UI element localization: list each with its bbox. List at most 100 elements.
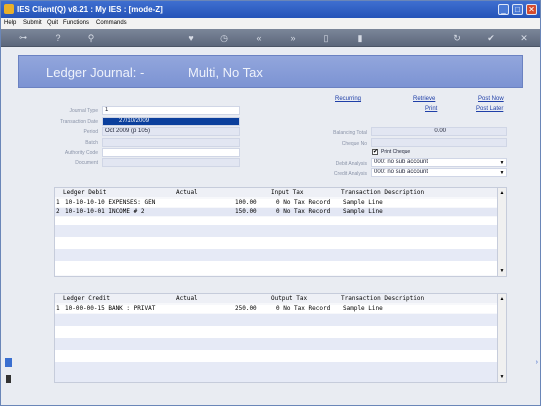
empty-row[interactable] [55,237,498,249]
menu-quit[interactable]: Quit [47,20,58,26]
help-icon[interactable]: ? [51,32,65,44]
row-number: 2 [56,208,60,215]
retrieve-link[interactable]: Retrieve [413,96,435,102]
print-link[interactable]: Print [425,106,437,112]
heart-icon[interactable]: ♥ [184,32,198,44]
close-window-button[interactable]: ✕ [526,4,537,15]
scroll-up-icon[interactable]: ▲ [499,296,505,302]
cheque-no-label: Cheque No [341,141,367,147]
row-tax: 0 No Tax Record [276,199,331,206]
journal-type-label: Journal Type [69,108,98,114]
print-cheque-label: Print Cheque [381,149,411,155]
screen-title: Ledger Journal: - [46,65,145,80]
table-row[interactable]: 2 10-10-10-01 INCOME # 2 150.00 0 No Tax… [55,208,498,216]
row-number: 1 [56,199,60,206]
empty-row[interactable] [55,338,498,350]
fast-forward-icon[interactable]: » [286,32,300,44]
post-later-link[interactable]: Post Later [476,106,503,112]
scroll-down-icon[interactable]: ▼ [499,268,505,274]
empty-row[interactable] [55,326,498,338]
empty-row[interactable] [55,362,498,382]
credit-analysis-label: Credit Analysis [333,171,367,177]
menu-commands[interactable]: Commands [96,20,127,26]
batch-field[interactable] [102,138,240,147]
cheque-no-field[interactable] [371,138,507,147]
scroll-up-icon[interactable]: ▲ [499,190,505,196]
empty-row[interactable] [55,217,498,225]
credit-scrollbar[interactable]: ▲ ▼ [497,294,506,382]
debit-analysis-value: 000: no sub account [374,159,429,165]
col-transaction-description: Transaction Description [341,189,425,196]
empty-row[interactable] [55,249,498,261]
refresh-icon[interactable]: ↻ [450,32,464,44]
balancing-total-field: 0.00 [371,127,507,136]
debit-scrollbar[interactable]: ▲ ▼ [497,188,506,276]
search-icon[interactable]: ⚲ [84,32,98,44]
panel-expand-icon[interactable]: › [536,359,538,366]
authority-code-label: Authority Code [64,150,98,156]
col-ledger-credit: Ledger Credit [63,295,110,302]
row-actual: 250.00 [235,305,257,312]
clock-icon[interactable]: ◷ [217,32,231,44]
row-number: 1 [56,305,60,312]
period-field[interactable]: Oct 2009 (p 105) [102,127,240,136]
title-bar: IES Client(Q) v8.21 : My IES : [mode-Z] … [1,1,540,18]
col-ledger-debit: Ledger Debit [63,189,107,196]
empty-row[interactable] [55,261,498,275]
empty-row[interactable] [55,350,498,362]
chevron-down-icon: ▼ [499,170,505,176]
document-icon[interactable]: ▯ [319,32,333,44]
col-output-tax: Output Tax [271,295,308,302]
recurring-link[interactable]: Recurring [335,96,361,102]
journal-type-field[interactable]: 1 [102,106,240,115]
menu-submit[interactable]: Submit [23,20,42,26]
app-window: IES Client(Q) v8.21 : My IES : [mode-Z] … [0,0,541,406]
balancing-total-label: Balancing Total [333,130,367,136]
screen-subtitle: Multi, No Tax [188,65,263,80]
empty-row[interactable] [55,225,498,237]
app-icon [4,4,14,14]
post-now-link[interactable]: Post Now [478,96,504,102]
period-label: Period [83,129,98,135]
col-input-tax: Input Tax [271,189,304,196]
menu-functions[interactable]: Functions [63,20,89,26]
document-label: Document [75,160,98,166]
row-ledger: 10-00-00-15 BANK : PRIVAT [65,305,156,312]
row-description: Sample Line [343,305,383,312]
chevron-down-icon: ▼ [499,160,505,166]
credit-grid: Ledger Credit Actual Output Tax Transact… [54,293,507,383]
row-actual: 100.00 [235,199,257,206]
row-ledger: 10-10-10-01 INCOME # 2 [65,208,145,215]
debit-analysis-label: Debit Analysis [335,161,367,167]
debit-grid: Ledger Debit Actual Input Tax Transactio… [54,187,507,277]
col-transaction-description: Transaction Description [341,295,425,302]
batch-label: Batch [85,140,98,146]
row-description: Sample Line [343,208,383,215]
menu-help[interactable]: Help [4,20,16,26]
key-icon[interactable]: ⊶ [13,32,33,44]
maximize-button[interactable]: □ [512,4,523,15]
row-description: Sample Line [343,199,383,206]
empty-row[interactable] [55,314,498,326]
transaction-date-field[interactable]: 27/10/2009 [102,117,240,126]
debit-grid-header: Ledger Debit Actual Input Tax Transactio… [55,188,498,197]
row-tax: 0 No Tax Record [276,208,331,215]
document-field[interactable] [102,158,240,167]
side-tool-icon[interactable] [6,375,11,383]
close-icon[interactable]: ✕ [517,32,531,44]
menu-bar: Help Submit Quit Functions Commands [1,18,540,29]
rewind-icon[interactable]: « [252,32,266,44]
table-row[interactable]: 1 10-00-00-15 BANK : PRIVAT 250.00 0 No … [55,305,498,313]
authority-code-field[interactable] [102,148,240,157]
side-panel-icon[interactable] [5,358,12,367]
check-icon[interactable]: ✔ [484,32,498,44]
debit-analysis-select[interactable]: 000: no sub account ▼ [371,158,507,167]
minimize-button[interactable]: _ [498,4,509,15]
col-actual: Actual [176,189,198,196]
scroll-down-icon[interactable]: ▼ [499,374,505,380]
transaction-date-label: Transaction Date [60,119,98,125]
credit-analysis-select[interactable]: 000: no sub account ▼ [371,168,507,177]
trash-icon[interactable]: ▮ [353,32,367,44]
print-cheque-checkbox[interactable]: ✔ [372,149,378,155]
table-row[interactable]: 1 10-10-10-10 EXPENSES: GEN 100.00 0 No … [55,199,498,207]
